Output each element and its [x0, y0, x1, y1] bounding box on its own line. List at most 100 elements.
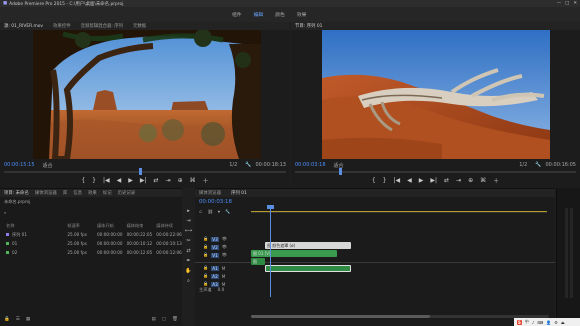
program-play-icon[interactable]: ▶	[419, 177, 424, 184]
sogou-icon[interactable]: S	[517, 319, 522, 325]
source-resolution-select[interactable]: 1/2	[229, 162, 237, 168]
track-visibility-icon[interactable]: 👁	[222, 236, 227, 242]
settings-icon[interactable]: ⚙	[554, 320, 558, 325]
source-playhead-timecode[interactable]: 00:00:15:15	[4, 162, 35, 168]
column-frame-rate[interactable]: 帧速率	[67, 223, 97, 229]
timeline-ruler[interactable]	[251, 207, 547, 213]
go-to-in-icon[interactable]: |◀	[103, 177, 110, 184]
track-visibility-icon[interactable]: 👁	[222, 252, 227, 258]
close-icon[interactable]: ✕	[573, 1, 577, 6]
workspace-tab-editing[interactable]: 编辑	[254, 11, 264, 18]
track-mute-icon[interactable]: M	[222, 274, 226, 279]
selection-tool-icon[interactable]: ▸	[187, 208, 190, 214]
program-step-forward-icon[interactable]: ▶|	[430, 177, 437, 184]
master-track-value[interactable]: 0.0	[218, 287, 225, 292]
razor-tool-icon[interactable]: ✂	[186, 238, 190, 244]
column-name[interactable]: 名称	[6, 223, 67, 229]
ripple-edit-tool-icon[interactable]: ⟷	[185, 228, 192, 234]
tab-media-browser[interactable]: 媒体浏览器	[35, 190, 57, 196]
tab-effects[interactable]: 效果	[88, 190, 97, 196]
program-go-to-in-icon[interactable]: |◀	[394, 177, 401, 184]
track-lock-icon[interactable]: 🔒	[203, 265, 208, 271]
program-mark-in-icon[interactable]: {	[372, 177, 376, 184]
trash-icon[interactable]: 🗑	[172, 317, 178, 322]
extract-icon[interactable]: ⊕	[468, 177, 473, 184]
export-frame-icon[interactable]: ⌘	[190, 177, 196, 184]
program-add-button-icon[interactable]: ＋	[493, 176, 499, 185]
insert-icon[interactable]: ⇥	[166, 177, 171, 184]
user-icon[interactable]: 👤	[546, 320, 551, 325]
tab-effect-controls[interactable]: 效果控件	[53, 23, 71, 29]
mark-in-icon[interactable]: {	[81, 177, 85, 184]
hand-tool-icon[interactable]: ✋	[185, 268, 191, 274]
program-resolution-select[interactable]: 1/2	[519, 162, 527, 168]
program-go-to-out-icon[interactable]: ⇄	[444, 177, 449, 184]
track-label[interactable]: A2	[211, 273, 219, 279]
program-viewer-image[interactable]	[322, 30, 550, 159]
tab-sequence[interactable]: 序列 01	[231, 190, 247, 196]
minimize-icon[interactable]: —	[557, 1, 561, 6]
clip-01-v2[interactable]: 图 01 [V]	[251, 250, 337, 257]
tab-project[interactable]: 项目: 未命名	[4, 190, 29, 196]
new-item-icon[interactable]: ▢	[162, 317, 166, 322]
maximize-icon[interactable]: □	[565, 1, 569, 6]
tab-audio-mixer[interactable]: 音频剪辑混合器: 序列	[81, 23, 123, 29]
clip-v1-a[interactable]: 图	[251, 258, 265, 265]
icon-view-icon[interactable]: ▦	[26, 317, 30, 322]
eject-icon[interactable]: ⏏	[561, 320, 565, 325]
track-visibility-icon[interactable]: 👁	[222, 244, 227, 250]
project-item-row[interactable]: 02 25.00 fps 00:00:00:00 00:00:12:05 00:00:1…	[0, 248, 182, 257]
program-step-back-icon[interactable]: ◀	[407, 177, 412, 184]
track-label[interactable]: A1	[211, 265, 219, 271]
timeline-settings-icon[interactable]: 🔧	[225, 209, 230, 215]
timeline-scrollbar[interactable]	[251, 315, 549, 318]
search-icon[interactable]: ⌕	[4, 210, 6, 215]
workspace-tab-assembly[interactable]: 组件	[232, 11, 242, 18]
play-icon[interactable]: ▶	[128, 177, 133, 184]
pen-tool-icon[interactable]: ✒	[186, 258, 190, 264]
source-viewer-image[interactable]	[33, 30, 261, 159]
track-select-tool-icon[interactable]: ⇥	[186, 218, 190, 224]
add-button-icon[interactable]: ＋	[203, 176, 209, 185]
column-media-duration[interactable]: 媒体持续	[156, 223, 182, 229]
lock-icon[interactable]: 🔒	[4, 317, 10, 322]
step-back-icon[interactable]: ◀	[117, 177, 122, 184]
ime-icon[interactable]: 中	[525, 319, 529, 325]
slip-tool-icon[interactable]: ⇄	[186, 248, 190, 254]
workspace-tab-effects[interactable]: 效果	[297, 11, 307, 18]
tab-markers[interactable]: 标记	[103, 190, 112, 196]
program-wrench-icon[interactable]: 🔧	[535, 162, 541, 168]
list-view-icon[interactable]: ☰	[16, 317, 20, 322]
source-scrub-bar[interactable]	[4, 168, 286, 175]
lift-icon[interactable]: ⇥	[456, 177, 461, 184]
track-label[interactable]: V1	[211, 252, 219, 258]
track-label[interactable]: V2	[211, 244, 219, 250]
zoom-tool-icon[interactable]: ⌕	[187, 278, 190, 284]
column-media-start[interactable]: 媒体开始	[97, 223, 127, 229]
source-fit-select[interactable]: 适合	[43, 162, 53, 169]
timeline-playhead[interactable]	[270, 207, 271, 297]
track-lock-icon[interactable]: 🔒	[203, 236, 208, 242]
track-label[interactable]: V3	[211, 236, 219, 242]
track-lock-icon[interactable]: 🔒	[203, 273, 208, 279]
tab-libraries[interactable]: 库	[63, 190, 67, 196]
tab-metadata[interactable]: 元数据	[133, 23, 146, 29]
program-export-frame-icon[interactable]: ⌘	[480, 177, 486, 184]
track-lock-icon[interactable]: 🔒	[203, 252, 208, 258]
add-marker-icon[interactable]: ▾	[218, 209, 220, 214]
mark-out-icon[interactable]: }	[92, 177, 96, 184]
new-bin-icon[interactable]: ▤	[151, 317, 155, 322]
workspace-tab-color[interactable]: 颜色	[275, 11, 285, 18]
timeline-playhead-handle[interactable]	[267, 205, 274, 209]
tab-history[interactable]: 历史记录	[118, 190, 136, 196]
tab-source[interactable]: 源: 01_RIVER.mov	[4, 23, 43, 29]
project-item-row[interactable]: 序列 01 25.00 fps 00:00:00:00 00:00:22:05 00:0…	[0, 230, 182, 239]
program-scrub-bar[interactable]	[295, 168, 576, 175]
track-mute-icon[interactable]: M	[222, 266, 226, 271]
sound-icon[interactable]: ♪	[532, 320, 535, 325]
source-wrench-icon[interactable]: 🔧	[245, 162, 251, 168]
clip-color-matte[interactable]: 图 颜色遮罩 (ø)	[265, 242, 351, 249]
tab-media-browser-2[interactable]: 媒体浏览器	[199, 190, 221, 196]
snap-icon[interactable]: ⊂	[199, 209, 203, 214]
project-item-row[interactable]: 01 25.00 fps 00:00:00:00 00:00:10:12 00:00:1…	[0, 239, 182, 248]
